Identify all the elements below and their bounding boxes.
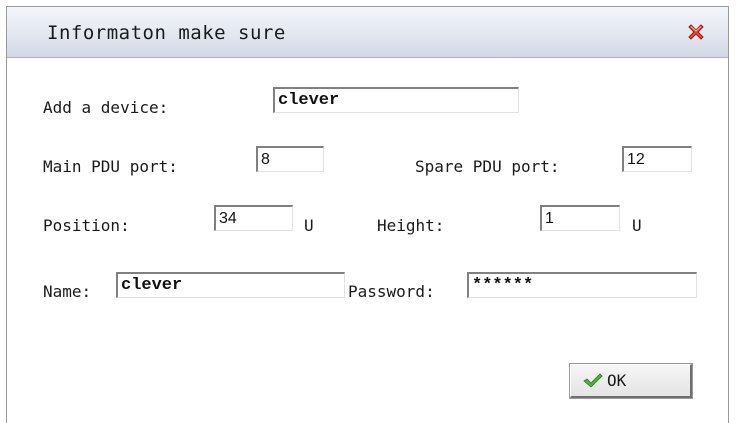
position-unit: U [304,216,314,235]
close-x-icon [688,24,704,40]
add-device-label: Add a device: [43,98,169,117]
position-label: Position: [43,216,130,235]
height-label: Height: [377,216,445,235]
checkmark-icon [583,372,603,388]
dialog-title: Informaton make sure [47,22,286,44]
password-label: Password: [348,282,435,301]
info-confirm-dialog: Informaton make sure Add a device: Main … [6,6,729,423]
position-field[interactable] [214,205,293,231]
main-pdu-port-field[interactable] [256,146,324,172]
spare-pdu-port-field[interactable] [622,146,692,172]
add-device-field[interactable] [273,87,519,113]
main-pdu-port-label: Main PDU port: [43,157,178,176]
ok-button[interactable]: OK [570,364,692,398]
spare-pdu-port-label: Spare PDU port: [415,157,560,176]
name-label: Name: [43,282,92,301]
close-button[interactable] [685,21,707,43]
height-unit: U [632,216,642,235]
name-field[interactable] [116,272,345,298]
height-field[interactable] [540,205,620,231]
password-field[interactable] [467,272,697,298]
dialog-titlebar: Informaton make sure [7,7,728,58]
ok-button-label: OK [607,371,627,390]
